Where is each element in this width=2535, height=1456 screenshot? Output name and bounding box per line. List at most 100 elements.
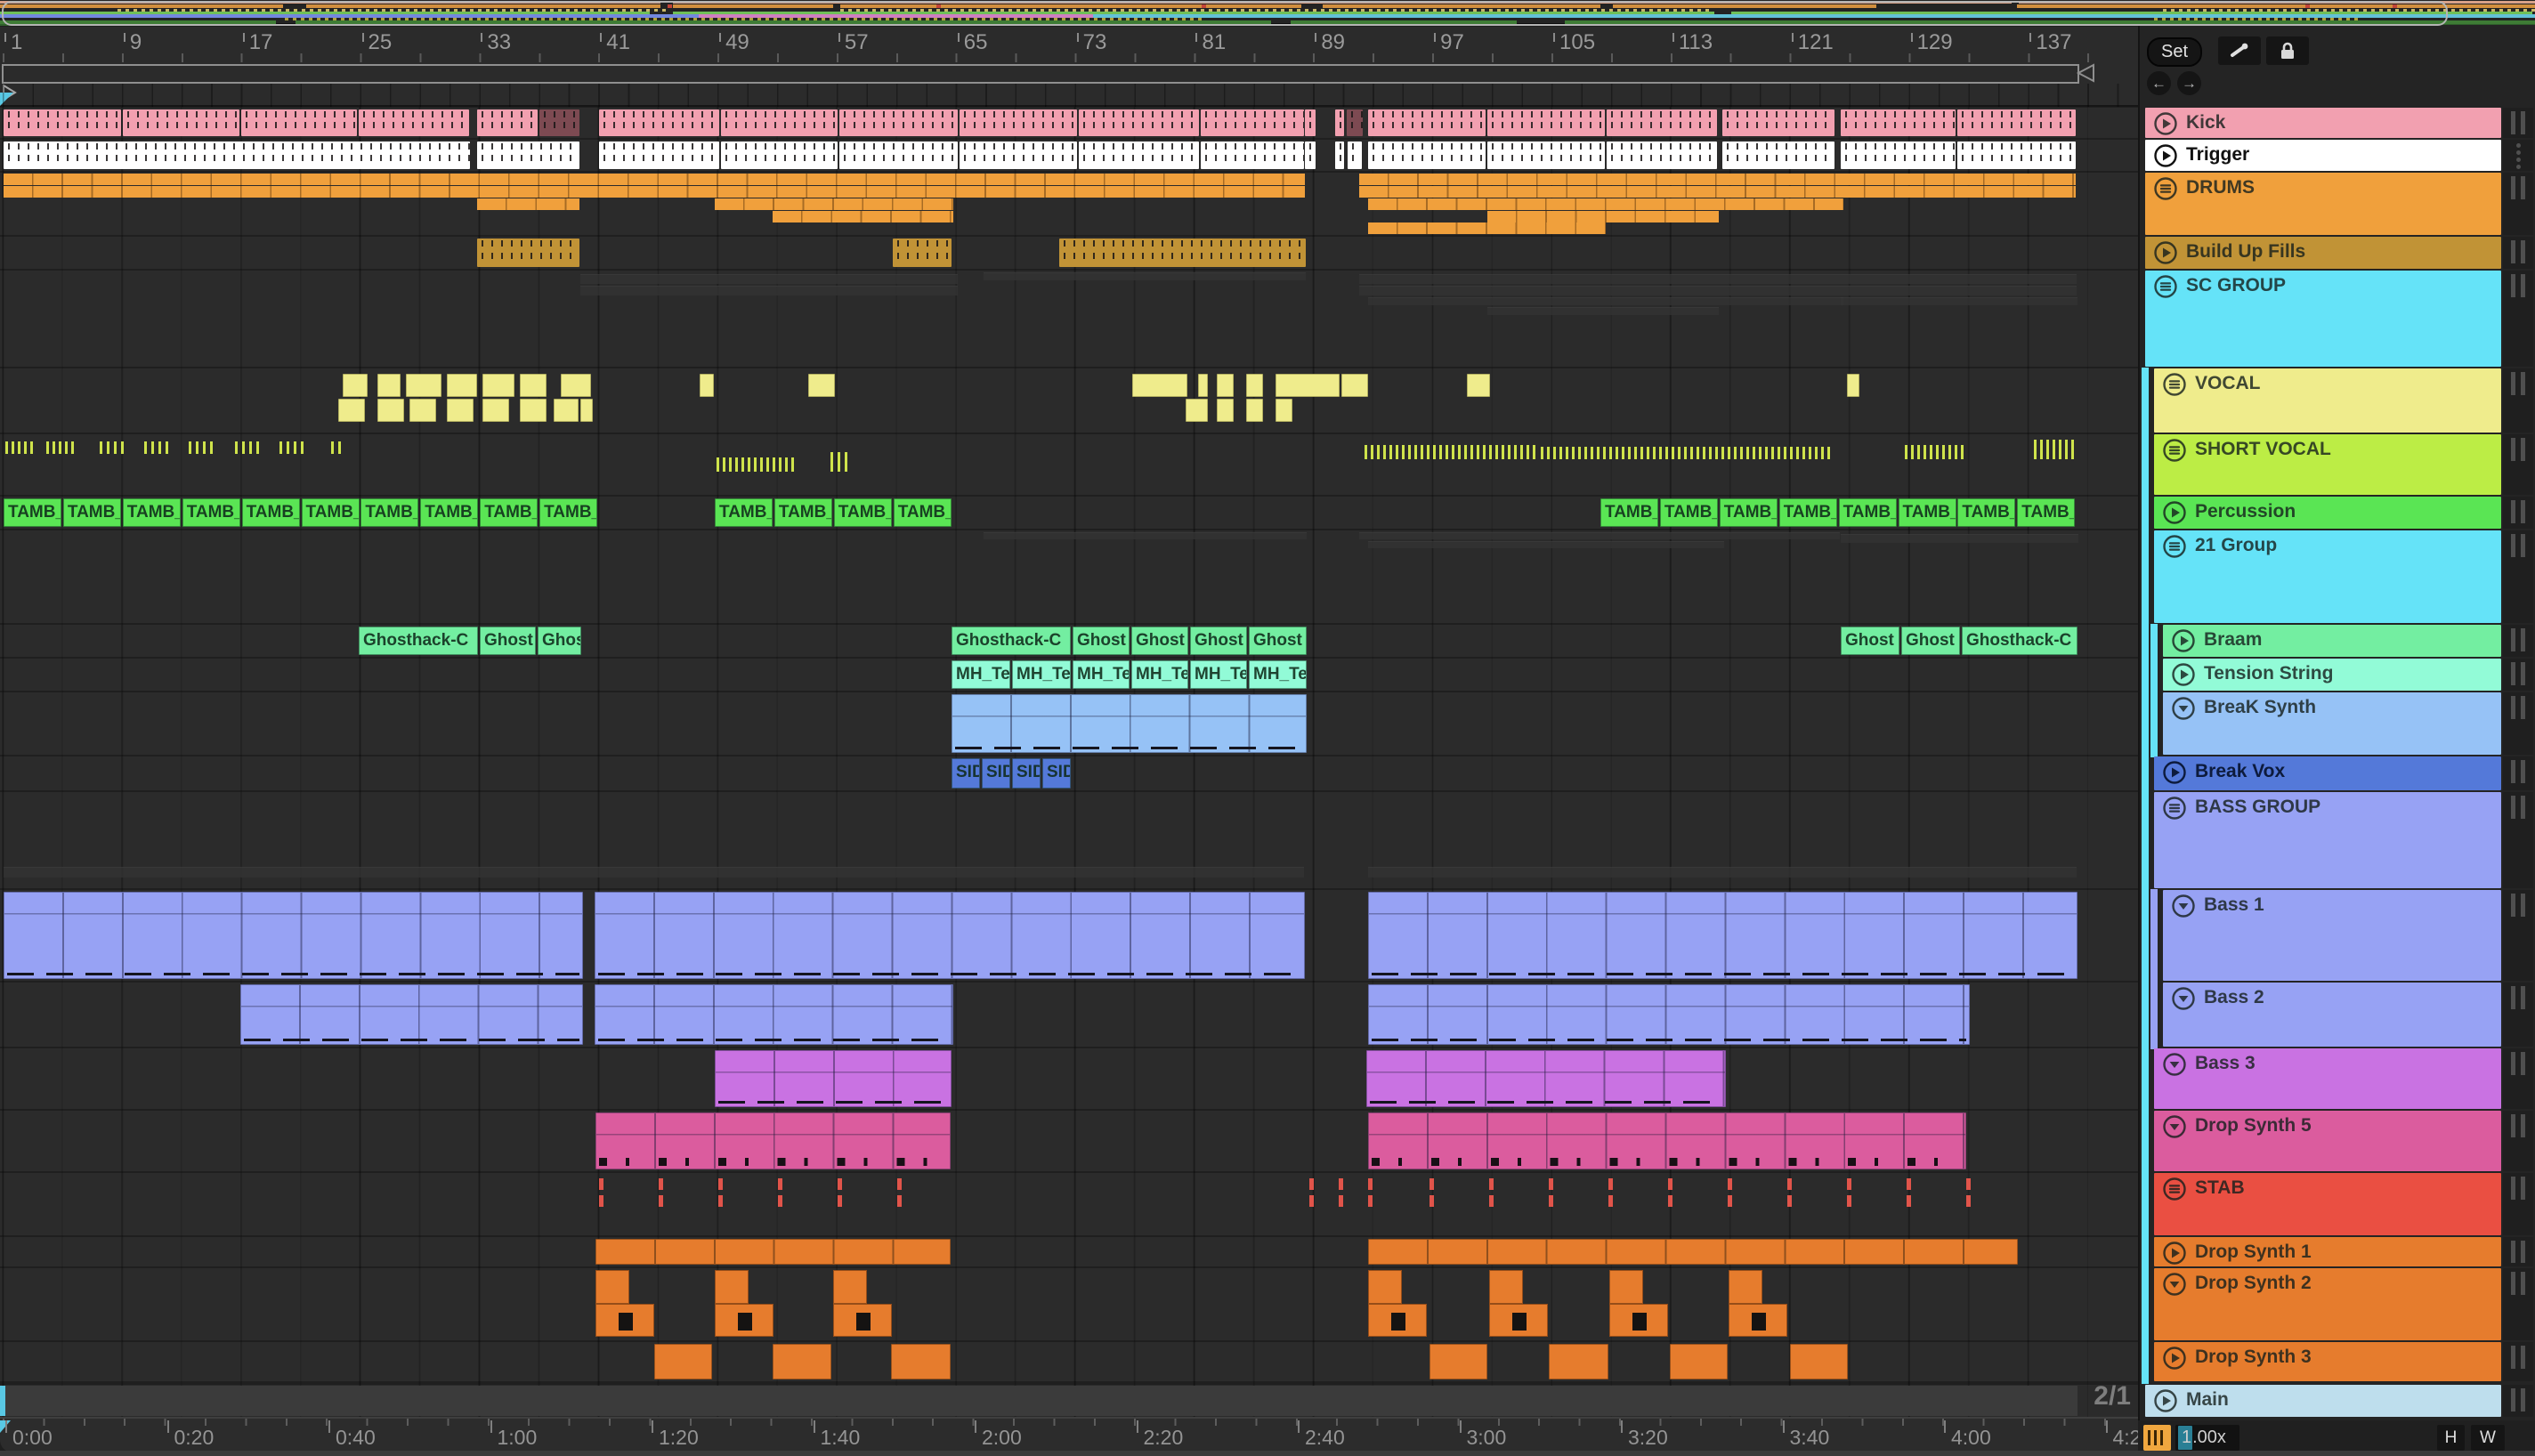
clip-kick[interactable] — [123, 109, 239, 136]
clip-trigger[interactable] — [1079, 142, 1199, 169]
clip-dropsynth3[interactable] — [654, 1344, 712, 1379]
track-header-kick[interactable]: Kick — [2145, 108, 2501, 138]
clip-percussion[interactable]: TAMB_ — [420, 498, 479, 527]
clip-bass2[interactable] — [1368, 984, 1970, 1045]
clip-braam[interactable]: Ghost — [480, 627, 536, 655]
clip-drums[interactable] — [715, 198, 953, 210]
play-icon[interactable] — [2171, 662, 2196, 687]
clip-kick[interactable] — [1957, 109, 2076, 136]
clip-vocal[interactable] — [338, 399, 365, 422]
clip-shortvocal[interactable] — [331, 441, 345, 454]
arrow-right-icon[interactable]: → — [2177, 71, 2201, 95]
clip-bass3[interactable] — [715, 1050, 952, 1107]
clip-percussion[interactable]: TAMB_ — [182, 498, 240, 527]
clip-tension[interactable]: MH_Te — [952, 660, 1010, 689]
clip-stab[interactable] — [718, 1178, 723, 1207]
clip-dropsynth2[interactable] — [833, 1270, 892, 1339]
clip-stab[interactable] — [1489, 1178, 1494, 1207]
clip-breakvox[interactable]: SID — [982, 758, 1010, 789]
track-header-main[interactable]: Main — [2145, 1385, 2501, 1417]
clip-kick[interactable] — [1305, 109, 1316, 136]
clip-bass3[interactable] — [1366, 1050, 1726, 1107]
clip-buildup[interactable] — [477, 239, 579, 267]
arrow-left-icon[interactable]: ← — [2147, 71, 2171, 95]
clip-dropsynth3[interactable] — [1670, 1344, 1728, 1379]
clip-vocal[interactable] — [520, 374, 547, 397]
track-header-breaksynth[interactable]: BreaK Synth — [2163, 692, 2501, 755]
group-fold-icon[interactable] — [2162, 372, 2187, 397]
unfold-icon[interactable] — [2162, 1052, 2187, 1077]
waveform-icon[interactable] — [2143, 1425, 2171, 1451]
clip-vocal[interactable] — [808, 374, 835, 397]
play-icon[interactable] — [2171, 628, 2196, 653]
clip-braam[interactable]: Ghost — [1190, 627, 1247, 655]
group-fold-icon[interactable] — [2162, 534, 2187, 559]
loop-end-icon[interactable] — [2074, 63, 2095, 83]
clip-dropsynth2[interactable] — [715, 1270, 773, 1339]
scrub-area[interactable] — [0, 62, 2138, 107]
clip-breakvox[interactable]: SID — [1012, 758, 1041, 789]
track-lane-group21[interactable] — [0, 530, 2138, 623]
clip-vocal[interactable] — [561, 374, 591, 397]
clip-main[interactable] — [0, 1386, 2077, 1416]
clip-shortvocal[interactable] — [1541, 447, 1728, 459]
clip-shortvocal[interactable] — [279, 441, 308, 454]
clip-stab[interactable] — [1668, 1178, 1672, 1207]
track-header-stab[interactable]: STAB — [2154, 1173, 2501, 1235]
clip-dropsynth2[interactable] — [1489, 1270, 1548, 1339]
clip-stab[interactable] — [1368, 1178, 1373, 1207]
clip-stab[interactable] — [659, 1178, 663, 1207]
clip-shortvocal[interactable] — [235, 441, 263, 454]
clip-vocal[interactable] — [447, 399, 474, 422]
clip-percussion[interactable]: TAMB_ — [301, 498, 360, 527]
play-icon[interactable] — [2162, 500, 2187, 525]
clip-trigger[interactable] — [1348, 142, 1362, 169]
clip-shortvocal[interactable] — [5, 441, 36, 454]
clip-vocal[interactable] — [1132, 374, 1187, 397]
unfold-icon[interactable] — [2171, 894, 2196, 918]
clip-percussion[interactable]: TAMB_ — [2017, 498, 2076, 527]
clip-tension[interactable]: MH_Te — [1190, 660, 1247, 689]
track-header-bass3[interactable]: Bass 3 — [2154, 1048, 2501, 1109]
clip-braam[interactable]: Ghost — [1073, 627, 1130, 655]
clip-percussion[interactable]: TAMB_ — [360, 498, 419, 527]
clip-trigger[interactable] — [1841, 142, 1956, 169]
clip-tension[interactable]: MH_Te — [1073, 660, 1130, 689]
clip-vocal[interactable] — [377, 399, 404, 422]
clip-vocal[interactable] — [1186, 399, 1208, 422]
clip-bass2[interactable] — [595, 984, 953, 1045]
clip-dropsynth5[interactable] — [595, 1112, 951, 1169]
clip-percussion[interactable]: TAMB_ — [122, 498, 181, 527]
clip-percussion[interactable]: TAMB_ — [715, 498, 773, 527]
track-lane-stab[interactable] — [0, 1173, 2138, 1235]
clip-braam[interactable]: Ghost — [1841, 627, 1899, 655]
track-lane-shortvocal[interactable] — [0, 434, 2138, 495]
lock-icon[interactable] — [2266, 36, 2309, 65]
clip-buildup[interactable] — [893, 239, 952, 267]
clip-dropsynth2[interactable] — [595, 1270, 654, 1339]
clip-dropsynth2[interactable] — [1368, 1270, 1427, 1339]
play-icon[interactable] — [2153, 143, 2178, 168]
clip-shortvocal[interactable] — [1728, 447, 1834, 459]
unfold-icon[interactable] — [2171, 986, 2196, 1011]
track-header-dropsynth1[interactable]: Drop Synth 1 — [2154, 1237, 2501, 1266]
time-ruler[interactable]: 0:00 0:20 0:40 1:00 1:20 1:40 2:00 2:20 2:40 3:00… — [0, 1417, 2152, 1452]
clip-kick[interactable] — [4, 109, 121, 136]
clip-shortvocal[interactable] — [2034, 440, 2077, 459]
clip-stab[interactable] — [1966, 1178, 1971, 1207]
clip-kick[interactable] — [477, 109, 538, 136]
track-header-scgroup[interactable]: SC GROUP — [2145, 271, 2501, 367]
clip-kick[interactable] — [721, 109, 838, 136]
clip-percussion[interactable]: TAMB_ — [62, 498, 121, 527]
group-fold-icon[interactable] — [2162, 438, 2187, 463]
clip-bass2[interactable] — [240, 984, 583, 1045]
clip-drums[interactable] — [773, 211, 953, 222]
track-header-percussion[interactable]: Percussion — [2154, 497, 2501, 529]
clip-drums[interactable] — [1368, 198, 1843, 210]
clip-trigger[interactable] — [1201, 142, 1304, 169]
link-icon[interactable] — [2218, 36, 2261, 65]
clip-drums[interactable] — [1368, 222, 1606, 234]
clip-braam[interactable]: Ghos — [538, 627, 581, 655]
clip-vocal[interactable] — [700, 374, 714, 397]
clip-drums[interactable] — [477, 198, 579, 210]
